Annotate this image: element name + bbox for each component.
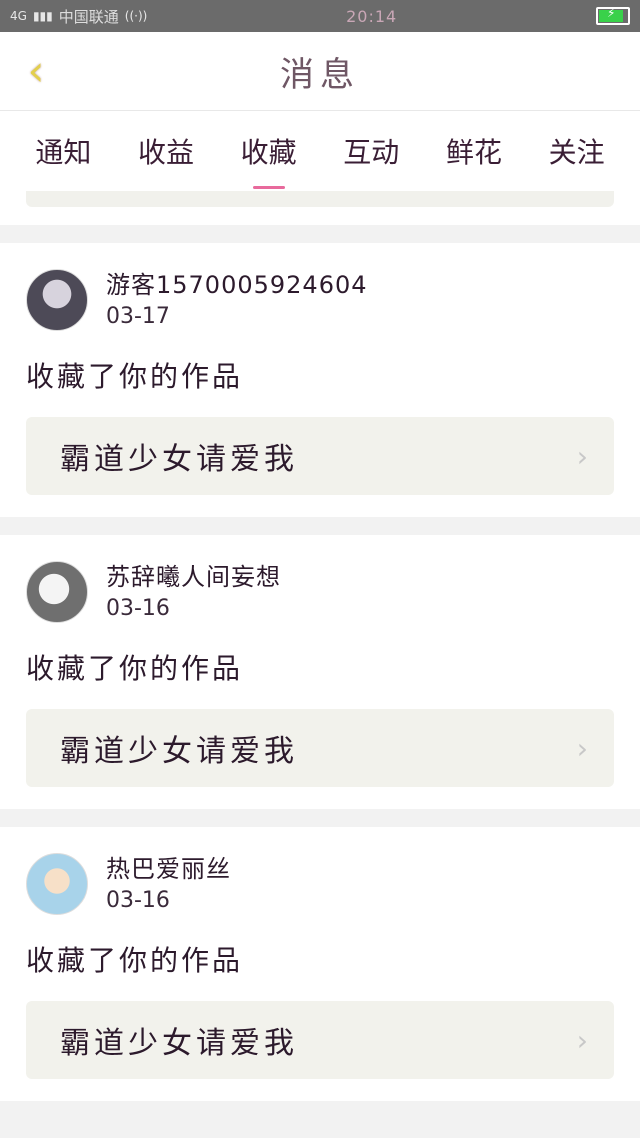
action-text: 收藏了你的作品 <box>26 944 244 977</box>
list-item: 游客1570005924604 03-17 收藏了你的作品 霸道少女请爱我 › <box>0 243 640 517</box>
tab-follows[interactable]: 关注 <box>541 131 613 171</box>
avatar[interactable] <box>26 561 88 623</box>
work-link[interactable]: 霸道少女请爱我 › <box>26 1001 614 1079</box>
tab-notifications[interactable]: 通知 <box>27 131 99 171</box>
tab-flowers[interactable]: 鲜花 <box>438 131 510 171</box>
wifi-icon: ((·)) <box>124 9 148 23</box>
clock: 20:14 <box>346 6 398 26</box>
tab-favorites[interactable]: 收藏 <box>233 131 305 189</box>
work-link[interactable]: 霸道少女请爱我 › <box>26 709 614 787</box>
avatar[interactable] <box>26 853 88 915</box>
chevron-right-icon: › <box>576 731 588 765</box>
work-title: 霸道少女请爱我 <box>60 442 298 477</box>
page-title: 消息 <box>280 54 360 95</box>
list-item: 热巴爱丽丝 03-16 收藏了你的作品 霸道少女请爱我 › <box>0 827 640 1101</box>
signal-icon: ▮▮▮ <box>32 9 53 23</box>
battery-icon: ⚡ <box>595 6 630 25</box>
work-title: 霸道少女请爱我 <box>60 734 298 769</box>
list-item: 苏辞曦人间妄想 03-16 收藏了你的作品 霸道少女请爱我 › <box>0 535 640 809</box>
username[interactable]: 苏辞曦人间妄想 <box>106 561 281 593</box>
carrier-label: 中国联通 <box>58 7 119 26</box>
username[interactable]: 游客1570005924604 <box>106 269 368 301</box>
network-type: 4G <box>10 9 27 23</box>
action-text: 收藏了你的作品 <box>26 652 244 685</box>
date: 03-16 <box>106 888 170 913</box>
message-tabs: 通知 收益 收藏 互动 鲜花 关注 <box>0 111 640 191</box>
action-text: 收藏了你的作品 <box>26 360 244 393</box>
work-link[interactable]: 霸道少女请爱我 › <box>26 417 614 495</box>
username[interactable]: 热巴爱丽丝 <box>106 853 231 885</box>
tab-interactions[interactable]: 互动 <box>335 131 407 171</box>
chevron-right-icon: › <box>576 439 588 473</box>
date: 03-17 <box>106 304 170 329</box>
previous-item-tail <box>0 191 640 225</box>
tab-earnings[interactable]: 收益 <box>130 131 202 171</box>
work-title: 霸道少女请爱我 <box>60 1026 298 1061</box>
date: 03-16 <box>106 596 170 621</box>
chevron-left-icon: ‹ <box>27 45 45 95</box>
page-header: ‹ 消息 <box>0 32 640 111</box>
status-bar: 4G ▮▮▮ 中国联通 ((·)) 20:14 ⚡ <box>0 0 640 32</box>
avatar[interactable] <box>26 269 88 331</box>
chevron-right-icon: › <box>576 1023 588 1057</box>
back-button[interactable]: ‹ <box>18 46 54 95</box>
